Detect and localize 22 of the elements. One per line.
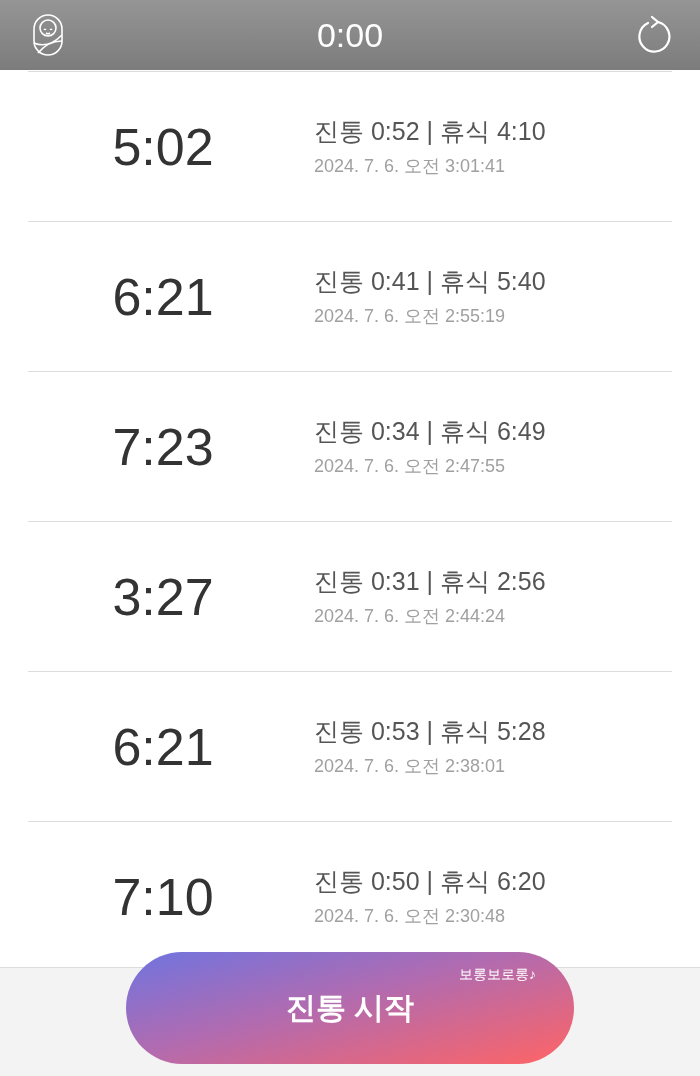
- contraction-summary: 진통 0:31 | 휴식 2:56: [314, 566, 546, 597]
- record-timestamp: 2024. 7. 6. 오전 2:38:01: [314, 755, 507, 778]
- refresh-icon[interactable]: [636, 15, 672, 55]
- contraction-summary: 진통 0:50 | 휴식 6:20: [314, 866, 546, 897]
- interval-time: 5:02: [111, 116, 215, 177]
- contraction-summary: 진통 0:52 | 휴식 4:10: [314, 116, 546, 147]
- baby-icon[interactable]: [32, 13, 64, 57]
- contraction-summary: 진통 0:41 | 휴식 5:40: [314, 266, 546, 297]
- badge-label: 보롱보로롱♪: [459, 966, 536, 984]
- interval-time: 6:21: [111, 266, 215, 327]
- record-timestamp: 2024. 7. 6. 오전 3:01:41: [314, 155, 507, 178]
- record-timestamp: 2024. 7. 6. 오전 2:55:19: [314, 305, 507, 328]
- contraction-summary: 진통 0:34 | 휴식 6:49: [314, 416, 546, 447]
- record-timestamp: 2024. 7. 6. 오전 2:30:48: [314, 905, 507, 928]
- interval-time: 7:23: [111, 416, 215, 477]
- interval-time: 6:21: [111, 716, 215, 777]
- record-timestamp: 2024. 7. 6. 오전 2:44:24: [314, 605, 507, 628]
- interval-time: 3:27: [111, 566, 215, 627]
- record-timestamp: 2024. 7. 6. 오전 2:47:55: [314, 455, 507, 478]
- timer-display: 0:00: [316, 15, 384, 55]
- interval-time: 7:10: [111, 866, 215, 927]
- contraction-summary: 진통 0:53 | 휴식 5:28: [314, 716, 546, 747]
